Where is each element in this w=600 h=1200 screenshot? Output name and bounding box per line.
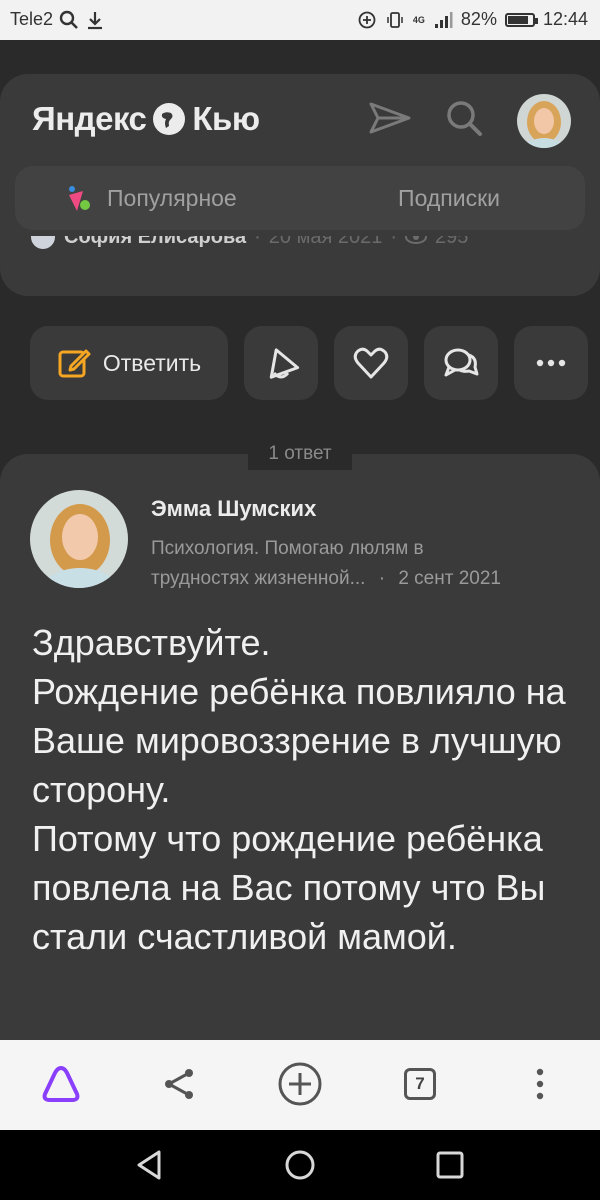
like-button[interactable]: [334, 326, 408, 400]
question-author-avatar: [31, 236, 55, 249]
answer-text: Здравствуйте. Рождение ребёнка повлияло …: [32, 622, 566, 957]
like-icon: [353, 347, 389, 379]
browser-toolbar: 7: [0, 1040, 600, 1130]
search-icon: [59, 10, 78, 29]
answer-date: 2 сент 2021: [398, 568, 501, 589]
logo-text-yandex: Яндекс: [32, 100, 147, 137]
alice-button[interactable]: [37, 1060, 85, 1108]
back-icon[interactable]: [132, 1147, 168, 1183]
popular-icon: [69, 186, 90, 211]
share-page-button[interactable]: [155, 1060, 203, 1108]
more-button[interactable]: [514, 326, 588, 400]
data-saver-icon: [358, 11, 376, 28]
bio-date-line: трудностях жизненной... · 2 сент 2021: [151, 564, 571, 594]
feed-tabs: Популярное Подписки: [15, 166, 585, 230]
edit-icon: [58, 349, 91, 378]
carrier-label: Tele2: [10, 9, 54, 29]
q-brand-icon: [153, 103, 186, 135]
signal-icon: [434, 11, 453, 28]
share-button[interactable]: [244, 326, 318, 400]
comments-icon: [444, 348, 479, 377]
logo-text-q: Кью: [192, 100, 260, 137]
answer-author-avatar[interactable]: [30, 490, 128, 588]
answer-author-name[interactable]: Эмма Шумских: [151, 496, 316, 522]
answers-count: 1 ответ: [248, 438, 352, 470]
tab-popular-label: Популярное: [107, 185, 237, 211]
kebab-menu-icon: [536, 1068, 544, 1100]
user-avatar[interactable]: [517, 94, 571, 148]
yandex-q-logo[interactable]: Яндекс Кью: [32, 100, 260, 138]
system-navigation-bar: [0, 1130, 600, 1200]
more-icon: [536, 359, 566, 367]
tab-popular[interactable]: Популярное: [63, 166, 237, 230]
comments-button[interactable]: [424, 326, 498, 400]
battery-percent: 82%: [460, 9, 497, 29]
share-icon: [165, 1069, 193, 1099]
author-bio-line: трудностях жизненной...: [151, 568, 366, 589]
battery-icon: [504, 12, 538, 27]
new-tab-button[interactable]: [276, 1060, 324, 1108]
views-count: 295: [435, 236, 469, 248]
vibrate-icon: [387, 11, 403, 28]
tab-subscriptions[interactable]: Подписки: [398, 166, 500, 230]
views-icon: [405, 236, 428, 244]
plus-circle-icon: [278, 1062, 322, 1106]
search-icon[interactable]: [442, 96, 486, 140]
share-icon: [269, 348, 300, 379]
send-icon[interactable]: [368, 96, 412, 140]
separator-dot: ·: [378, 568, 386, 589]
clock: 12:44: [542, 9, 588, 29]
question-meta: София Елисарова · 20 мая 2021 · 295: [30, 236, 590, 262]
download-icon: [88, 11, 103, 29]
browser-menu-button[interactable]: [516, 1060, 564, 1108]
separator-dot: ·: [254, 236, 261, 248]
alice-icon: [42, 1066, 80, 1102]
recents-icon[interactable]: [432, 1147, 468, 1183]
answer-author-bio: Психология. Помогаю люлям в трудностях ж…: [151, 534, 571, 594]
tabs-count: 7: [404, 1068, 436, 1100]
status-bar: Tele2 4G 82% 12:44: [0, 0, 600, 40]
tabs-switcher-button[interactable]: 7: [396, 1060, 444, 1108]
separator-dot: ·: [390, 236, 398, 248]
home-icon[interactable]: [282, 1147, 318, 1183]
question-author-name: София Елисарова: [64, 236, 247, 248]
author-bio-line: Психология. Помогаю люлям в: [151, 538, 424, 559]
network-type: 4G: [412, 14, 425, 25]
reply-button[interactable]: Ответить: [30, 326, 228, 400]
reply-button-label: Ответить: [102, 349, 202, 376]
question-date: 20 мая 2021: [268, 236, 383, 248]
